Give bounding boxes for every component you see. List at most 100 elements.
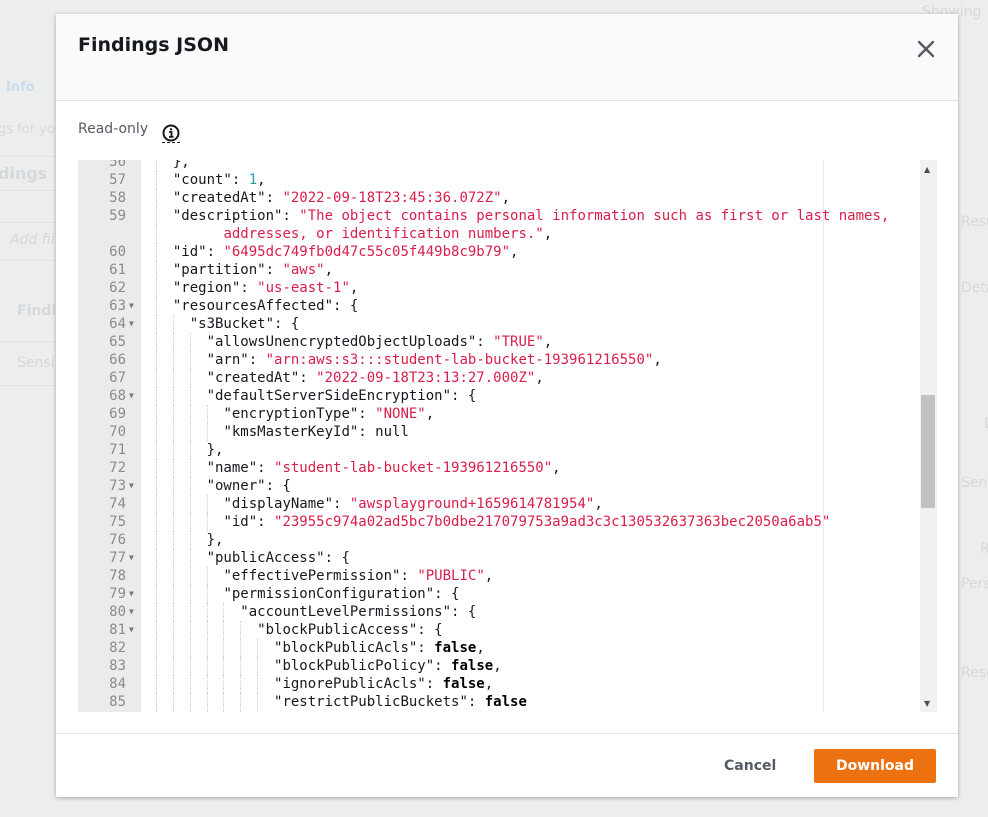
- indent-guide: [172, 495, 175, 513]
- line-number: 74: [109, 496, 126, 512]
- line-number: 60: [109, 244, 126, 260]
- json-key: "createdAt":: [206, 370, 317, 386]
- code-text: "resourcesAffected": {: [173, 297, 358, 315]
- indent-guide: [223, 675, 225, 693]
- line-number: 86: [78, 711, 126, 712]
- json-key: "name":: [206, 460, 275, 476]
- fold-toggle-icon[interactable]: ▼: [129, 387, 134, 405]
- json-string: "arn:aws:s3:::student-lab-bucket-1939612…: [265, 352, 654, 368]
- cancel-button[interactable]: Cancel: [724, 758, 776, 774]
- indent-guide: [172, 405, 175, 423]
- indent-guide: [240, 639, 242, 657]
- code-text: "partition": "aws",: [173, 261, 333, 279]
- indent-guide: [240, 657, 242, 675]
- json-key: ,: [324, 262, 334, 278]
- code-text: "displayName": "awsplayground+1659614781…: [223, 495, 602, 513]
- line-number: 56: [109, 160, 126, 170]
- json-key: ,: [543, 334, 553, 350]
- line-number: 79: [109, 586, 126, 602]
- code-line: 67 "createdAt": "2022-09-18T23:13:27.000Z…: [78, 369, 920, 387]
- fold-toggle-icon[interactable]: ▼: [129, 585, 134, 603]
- json-code-editor[interactable]: 56}, 57 "count": 1, 58 "createdAt": "2022-09…: [78, 160, 937, 712]
- indent-guide: [156, 279, 158, 297]
- code-line: 84 "ignorePublicAcls": false,: [78, 675, 920, 693]
- json-boolean: false: [484, 694, 527, 710]
- code-text: "encryptionType": "NONE",: [223, 405, 434, 423]
- download-button[interactable]: Download: [814, 749, 936, 783]
- read-only-label: Read-only: [78, 121, 149, 137]
- indent-guide: [172, 423, 175, 441]
- code-line: 72 "name": "student-lab-bucket-1939612165…: [78, 459, 920, 477]
- json-string: "TRUE": [493, 334, 544, 350]
- line-number: 84: [109, 676, 126, 692]
- code-line: 73 ▼ "owner": {: [78, 477, 920, 495]
- indent-guide: [189, 423, 192, 441]
- fold-toggle-icon[interactable]: ▼: [129, 621, 134, 639]
- code-line: 61 "partition": "aws",: [78, 261, 920, 279]
- line-number: 68: [109, 388, 126, 404]
- code-text: },: [173, 160, 190, 171]
- json-key: },: [172, 160, 190, 170]
- line-number: 66: [109, 352, 126, 368]
- indent-guide: [172, 711, 175, 712]
- indent-guide: [156, 160, 158, 171]
- json-key: ,: [257, 172, 266, 188]
- json-key: "effectivePermission":: [223, 568, 418, 584]
- json-key: "s3Bucket": {: [189, 316, 300, 332]
- indent-guide: [172, 639, 175, 657]
- json-key: ,: [653, 352, 662, 368]
- code-text: "blockPublicAccess": {: [257, 621, 442, 639]
- indent-guide: [257, 675, 259, 693]
- line-number: 82: [109, 640, 126, 656]
- indent-guide: [189, 567, 192, 585]
- close-icon[interactable]: [914, 37, 938, 61]
- code-text: },: [207, 441, 224, 459]
- indent-guide: [172, 441, 175, 459]
- fold-toggle-icon[interactable]: ▼: [129, 297, 134, 315]
- json-boolean: false: [451, 658, 494, 674]
- fold-toggle-icon[interactable]: ▼: [129, 549, 134, 567]
- indent-guide: [156, 459, 158, 477]
- indent-guide: [156, 549, 158, 567]
- json-key: ,: [484, 676, 494, 692]
- indent-guide: [206, 693, 209, 711]
- line-number: 81: [109, 622, 126, 638]
- code-line: 76},: [78, 531, 920, 549]
- fold-toggle-icon[interactable]: ▼: [129, 477, 134, 495]
- indent-guide: [172, 657, 175, 675]
- json-key: "encryptionType":: [223, 406, 376, 422]
- json-key: "arn":: [206, 352, 266, 368]
- indent-guide: [223, 603, 225, 621]
- json-key: "accountLevelPermissions": {: [240, 604, 477, 620]
- editor-scrollbar[interactable]: ▲ ▼: [920, 160, 937, 712]
- fold-toggle-icon[interactable]: ▼: [129, 603, 134, 621]
- indent-guide: [206, 711, 209, 712]
- fold-toggle-icon[interactable]: ▼: [129, 315, 134, 333]
- scroll-up-icon[interactable]: ▲: [924, 165, 930, 174]
- scrollbar-thumb[interactable]: [921, 395, 935, 508]
- json-key: "owner": {: [206, 478, 291, 494]
- indent-guide: [257, 693, 259, 711]
- code-text: "defaultServerSideEncryption": {: [207, 387, 477, 405]
- code-text: "restrictPublicBuckets": false: [274, 693, 527, 711]
- indent-guide: [189, 351, 192, 369]
- indent-guide: [156, 207, 158, 225]
- bg-text: Pers: [961, 576, 988, 592]
- json-string: "awsplayground+1659614781954": [349, 496, 595, 512]
- scroll-down-icon[interactable]: ▼: [924, 699, 930, 708]
- indent-guide: [206, 621, 209, 639]
- line-number: 62: [109, 280, 126, 296]
- json-string: "student-lab-bucket-193961216550": [274, 460, 553, 476]
- indent-guide: [189, 441, 192, 459]
- info-icon[interactable]: [162, 124, 180, 143]
- indent-guide: [156, 567, 158, 585]
- code-line: 60 "id": "6495dc749fb0d47c55c05f449b8c9b7…: [78, 243, 920, 261]
- code-line: 59 "description": "The object contains pe…: [78, 207, 920, 225]
- line-number: 76: [109, 532, 126, 548]
- line-number: 64: [109, 316, 126, 332]
- json-key: "restrictPublicBuckets":: [274, 694, 485, 710]
- json-key: "id":: [172, 244, 224, 260]
- indent-guide: [206, 585, 209, 603]
- modal-title: Findings JSON: [78, 34, 229, 56]
- code-text: "createdAt": "2022-09-18T23:13:27.000Z",: [207, 369, 544, 387]
